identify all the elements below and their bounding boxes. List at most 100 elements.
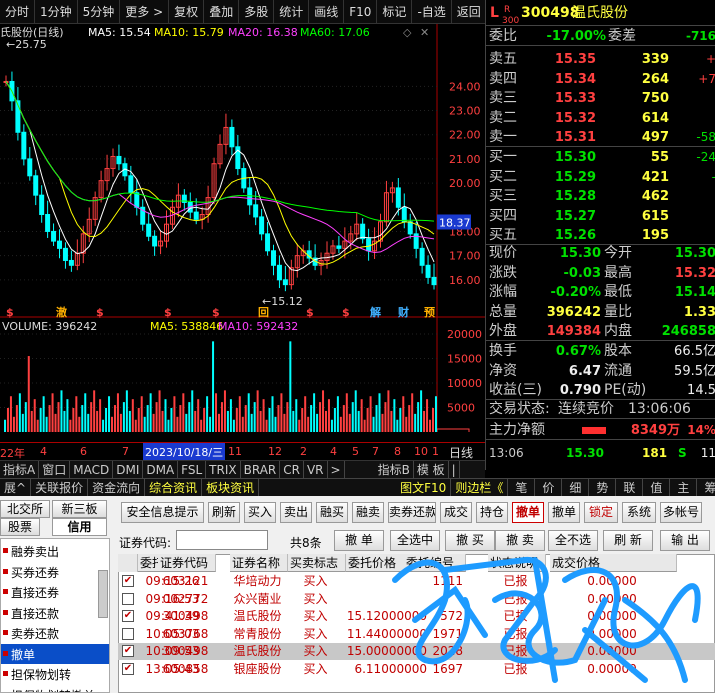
event-marker-6[interactable]: $ [306, 306, 314, 319]
toolbar-btn-0[interactable]: 分时 [0, 0, 36, 24]
toolbar-btn-1[interactable]: 1分钟 [35, 0, 78, 24]
toolbar-btn-3[interactable]: 更多 > [120, 0, 170, 24]
period-button[interactable]: 日线 [449, 444, 473, 461]
code-input[interactable] [176, 530, 268, 550]
toolbar-btn-10[interactable]: 标记 [377, 0, 413, 24]
action-btn-0[interactable]: 撤 单 [334, 530, 384, 551]
bid-price-1[interactable]: 15.29 [555, 168, 596, 187]
bottom-tab-5[interactable]: 图文F10 [396, 478, 452, 497]
indicator-8[interactable]: CR [280, 460, 304, 479]
bottom-tab-1[interactable]: 关联报价 [31, 478, 89, 497]
toolbar-btn-11[interactable]: -自选 [412, 0, 452, 24]
indicator-1[interactable]: 窗口 [39, 460, 71, 479]
row-checkbox-4[interactable]: ✔ [122, 645, 134, 657]
indicator-7[interactable]: BRAR [241, 460, 281, 479]
indicator-2[interactable]: MACD [70, 460, 114, 479]
header-1[interactable]: 证券代码 [158, 554, 216, 572]
bottom-tab-14[interactable]: 筹 [697, 479, 715, 497]
indicator-5[interactable]: FSL [178, 460, 207, 479]
trade-btn-13[interactable]: 多帐号 [660, 502, 702, 523]
trade-btn-8[interactable]: 持仓 [476, 502, 508, 523]
event-marker-9[interactable]: 财 [397, 305, 409, 319]
left-tab-3[interactable]: 信用 [52, 518, 107, 536]
kline-chart[interactable]: 氏股份(日线) MA5: 15.54 MA10: 15.79 MA20: 16.38 M… [0, 24, 485, 443]
trade-btn-3[interactable]: 卖出 [280, 502, 312, 523]
sidebar-item-7[interactable]: 担保物划转撤单 [1, 685, 109, 692]
trade-btn-11[interactable]: 锁定 [584, 502, 618, 523]
bottom-tab-4[interactable]: 板块资讯 [202, 478, 260, 497]
toolbar-btn-7[interactable]: 统计 [274, 0, 310, 24]
bottom-tab-9[interactable]: 细 [562, 478, 590, 497]
indicator-4[interactable]: DMA [143, 460, 179, 479]
event-marker-1[interactable]: 澈 [56, 305, 67, 319]
bottom-tab-8[interactable]: 价 [535, 478, 563, 497]
sidebar-item-0[interactable]: 融券卖出 [1, 541, 109, 561]
event-marker-5[interactable]: 回 [258, 305, 269, 319]
toolbar-btn-12[interactable]: 返回 [452, 0, 487, 24]
header-2[interactable]: 证券名称 [230, 554, 288, 572]
trade-btn-1[interactable]: 刷新 [208, 502, 240, 523]
indicator-3[interactable]: DMI [113, 460, 144, 479]
left-tab-0[interactable]: 北交所 [0, 500, 50, 518]
event-marker-0[interactable]: $ [6, 306, 14, 319]
sidebar-item-6[interactable]: 担保物划转 [1, 664, 109, 684]
trade-btn-0[interactable]: 安全信息提示 [121, 502, 204, 523]
row-checkbox-2[interactable]: ✔ [122, 610, 134, 622]
event-marker-4[interactable]: $ [212, 306, 220, 319]
toolbar-btn-4[interactable]: 复权 [169, 0, 205, 24]
indicator-6[interactable]: TRIX [206, 460, 241, 479]
sidebar-item-2[interactable]: 直接还券 [1, 582, 109, 602]
trade-btn-10[interactable]: 撤单 [548, 502, 580, 523]
ask-price-2[interactable]: 15.33 [555, 89, 596, 108]
indicator-10[interactable]: > [328, 460, 345, 479]
indicator-12[interactable]: 模 板 [414, 460, 449, 479]
bottom-tab-0[interactable]: 展^ [0, 478, 32, 497]
trade-btn-5[interactable]: 融卖 [352, 502, 384, 523]
bottom-tab-3[interactable]: 综合资讯 [145, 478, 203, 497]
close-icon[interactable]: ✕ [420, 26, 429, 39]
sidebar-scrollbar[interactable] [98, 570, 108, 618]
bid-price-2[interactable]: 15.28 [555, 187, 596, 206]
bottom-tab-12[interactable]: 值 [643, 478, 671, 497]
bottom-tab-2[interactable]: 资金流向 [88, 478, 146, 497]
indicator-9[interactable]: VR [304, 460, 328, 479]
trade-btn-6[interactable]: 卖券还款 [388, 502, 436, 523]
event-marker-7[interactable]: $ [342, 306, 350, 319]
bid-price-4[interactable]: 15.26 [555, 226, 596, 245]
sidebar-item-4[interactable]: 卖券还款 [1, 623, 109, 643]
sidebar-item-5[interactable]: 撤单 [1, 643, 109, 664]
toolbar-btn-2[interactable]: 5分钟 [78, 0, 121, 24]
ask-price-1[interactable]: 15.34 [555, 70, 596, 89]
toolbar-btn-9[interactable]: F10 [344, 0, 378, 24]
event-marker-10[interactable]: 预 [424, 305, 435, 319]
sidebar-item-1[interactable]: 买券还券 [1, 562, 109, 582]
bottom-tab-7[interactable]: 笔 [508, 478, 536, 497]
sidebar-item-3[interactable]: 直接还款 [1, 603, 109, 623]
toolbar-btn-6[interactable]: 多股 [239, 0, 275, 24]
row-checkbox-1[interactable] [122, 592, 134, 605]
bottom-tab-11[interactable]: 联 [616, 478, 644, 497]
event-marker-8[interactable]: 解 [370, 305, 381, 319]
bottom-tab-10[interactable]: 势 [589, 478, 617, 497]
row-checkbox-0[interactable]: ✔ [122, 575, 134, 587]
trade-btn-7[interactable]: 成交 [440, 502, 472, 523]
trade-btn-4[interactable]: 融买 [316, 502, 348, 523]
toolbar-btn-5[interactable]: 叠加 [204, 0, 240, 24]
event-marker-3[interactable]: $ [164, 306, 172, 319]
header-3[interactable]: 买卖标志 [288, 554, 346, 572]
ask-price-0[interactable]: 15.35 [555, 50, 596, 69]
ask-price-4[interactable]: 15.31 [555, 128, 596, 147]
trade-btn-2[interactable]: 买入 [244, 502, 276, 523]
diamond-icon[interactable]: ◇ [403, 26, 412, 39]
bid-price-0[interactable]: 15.30 [555, 148, 596, 167]
toolbar-btn-8[interactable]: 画线 [309, 0, 345, 24]
event-marker-2[interactable]: $ [96, 306, 104, 319]
indicator-0[interactable]: 指标A [0, 460, 40, 479]
indicator-11[interactable]: 指标B [375, 460, 414, 479]
row-checkbox-3[interactable] [122, 627, 134, 640]
indicator-13[interactable]: | [449, 460, 460, 479]
trade-btn-12[interactable]: 系统 [622, 502, 656, 523]
bottom-tab-13[interactable]: 主 [670, 478, 698, 497]
bid-price-3[interactable]: 15.27 [555, 207, 596, 226]
bottom-tab-6[interactable]: 则边栏《 [451, 478, 509, 497]
